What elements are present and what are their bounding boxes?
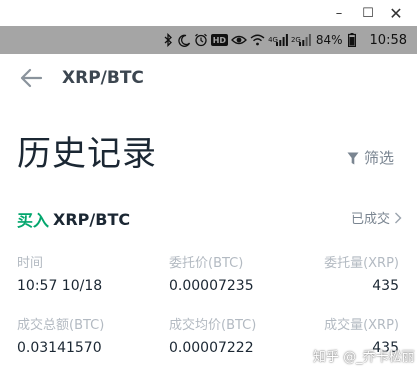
app-header: XRP/BTC	[0, 54, 417, 102]
battery-icon	[346, 32, 358, 48]
moon-icon	[178, 32, 191, 48]
avg-price-label: 成交均价(BTC)	[169, 318, 257, 333]
page-title: 历史记录	[17, 134, 157, 174]
order-header[interactable]: 买入 XRP/BTC 已成交	[17, 207, 402, 231]
close-button[interactable]: ✕	[386, 3, 406, 23]
wifi-icon	[250, 32, 265, 48]
order-labels-row-1: 时间 委托价(BTC) 委托量(XRP)	[17, 252, 399, 274]
order-pair-label: XRP/BTC	[53, 209, 131, 229]
header-title: XRP/BTC	[62, 68, 144, 88]
hd-icon: HD	[210, 34, 229, 46]
time-label: 时间	[17, 256, 44, 271]
minimize-button[interactable]: –	[329, 3, 349, 23]
bluetooth-icon	[163, 32, 175, 48]
total-filled-label: 成交总额(BTC)	[17, 318, 105, 333]
order-status-link[interactable]: 已成交	[351, 208, 402, 227]
order-price-value: 0.00007235	[169, 278, 254, 294]
time-value: 10:57 10/18	[17, 278, 103, 294]
order-amount-label: 委托量(XRP)	[324, 256, 399, 271]
filter-label: 筛选	[364, 149, 395, 167]
total-filled-value: 0.03141570	[17, 340, 102, 356]
signal-4g-icon: 4G	[268, 32, 288, 48]
chevron-right-icon	[394, 212, 402, 224]
status-icons: HD 4G 2G 84%	[163, 32, 358, 48]
battery-percent: 84%	[315, 33, 343, 47]
back-arrow-icon[interactable]	[19, 67, 43, 89]
status-time: 10:58	[369, 32, 407, 48]
filled-amount-label: 成交量(XRP)	[324, 318, 399, 333]
eye-icon	[231, 32, 247, 48]
avg-price-value: 0.00007222	[169, 340, 254, 356]
signal-2g-icon: 2G	[291, 32, 311, 48]
order-labels-row-2: 成交总额(BTC) 成交均价(BTC) 成交量(XRP)	[17, 314, 399, 336]
order-price-label: 委托价(BTC)	[169, 256, 244, 271]
funnel-icon	[347, 151, 359, 165]
window-titlebar: – ☐ ✕	[0, 0, 417, 26]
order-side-label: 买入	[17, 211, 50, 230]
maximize-button[interactable]: ☐	[358, 3, 378, 23]
watermark: 知乎 @_乔卡松丽	[313, 350, 415, 365]
alarm-icon	[194, 32, 208, 48]
order-status-text: 已成交	[350, 212, 390, 227]
order-values-row-1: 10:57 10/18 0.00007235 435	[17, 278, 399, 300]
android-status-bar: HD 4G 2G 84% 10:58	[0, 26, 417, 54]
order-amount-value: 435	[372, 278, 399, 294]
filter-button[interactable]: 筛选	[347, 147, 394, 168]
